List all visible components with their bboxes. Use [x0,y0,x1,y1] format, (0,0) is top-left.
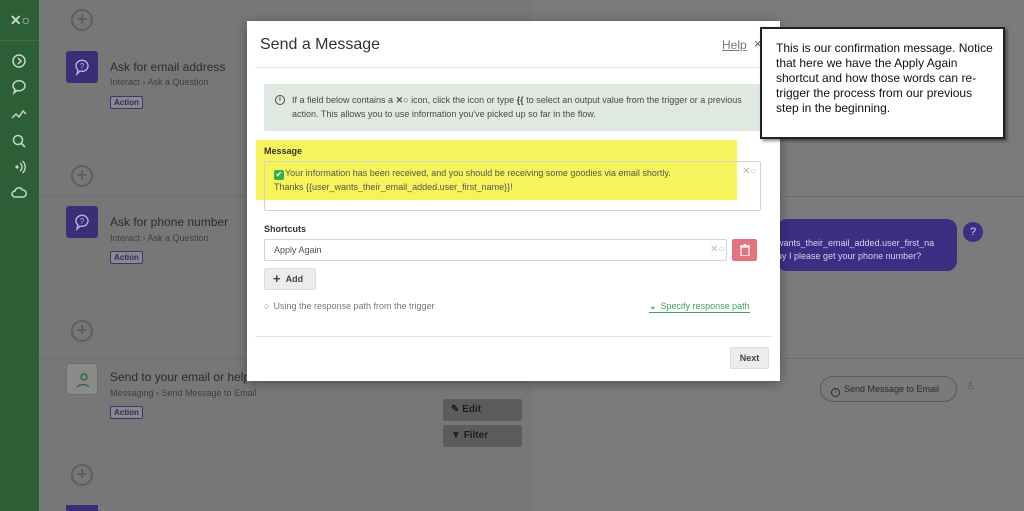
pill-label: Send Message to Email [844,384,940,394]
specify-link-text: Specify response path [660,301,750,311]
action-badge: Action [110,251,143,264]
add-label: Add [285,274,304,284]
add-step-icon[interactable]: + [71,165,93,187]
response-note-text: Using the response path from the trigger [273,301,435,311]
response-path-note: ○ Using the response path from the trigge… [264,301,435,311]
step-path: Interact › Ask a Question [110,77,209,87]
info-token: {{ [516,95,524,105]
modal-footer-divider [255,336,772,337]
action-badge: Action [110,96,143,109]
shortcuts-label: Shortcuts [264,224,307,234]
next-button[interactable]: Next [730,347,769,369]
chevron-down-icon: ⌄ [649,301,657,311]
xo-logo-icon[interactable]: ✕○ [8,8,32,32]
sidebar-divider [0,40,39,41]
svg-text:?: ? [80,217,85,226]
shortcut-value: Apply Again [274,245,322,255]
edit-button[interactable]: ✎ Edit [443,399,522,421]
filter-icon: ▼ [451,430,464,441]
specify-response-path-link[interactable]: ⌄ Specify response path [649,301,750,313]
question-step-icon: ? [66,206,98,238]
chat-bubble-icon[interactable] [10,78,28,96]
modal-divider [255,67,772,68]
trash-icon [740,244,750,256]
user-icon: ♙ [966,381,975,392]
svg-text:?: ? [80,62,85,71]
filter-label: Filter [463,430,489,441]
info-icon: i [831,388,840,397]
filter-button[interactable]: ▼ Filter [443,425,522,447]
step-title[interactable]: Ask for phone number [110,215,228,229]
app-sidebar: ✕○ [0,0,39,511]
question-step-icon: ? [66,51,98,83]
send-message-email-pill[interactable]: i Send Message to Email [820,376,957,402]
step-path: Interact › Ask a Question [110,233,209,243]
preview-line: wants_their_email_added.user_first_na [777,238,935,248]
step-path: Messaging › Send Message to Email [110,388,257,398]
arrow-circle-icon[interactable] [10,52,28,70]
delete-shortcut-button[interactable] [732,239,757,261]
broadcast-icon[interactable] [10,158,28,176]
chat-bubble-icon: ○ [264,301,270,311]
info-text-a: If a field below contains a [292,95,394,105]
help-link[interactable]: Help [722,38,747,52]
modal-title: Send a Message [260,36,381,53]
pencil-icon: ✎ [451,404,463,415]
annotation-callout: This is our confirmation message. Notice… [760,27,1005,139]
step-title[interactable]: Send to your email or help [110,370,250,384]
shortcut-input[interactable]: Apply Again [264,239,727,261]
add-step-icon[interactable]: + [71,9,93,31]
message-textarea[interactable]: ✔ Your information has been received, and… [264,161,761,211]
chat-preview-bubble: wants_their_email_added.user_first_na ay… [777,219,957,271]
preview-line: ay I please get your phone number? [777,251,922,261]
next-step-icon [66,505,98,511]
info-text-b: icon, click the icon or type [411,95,515,105]
insert-variable-icon[interactable]: ✕○ [710,245,724,255]
edit-label: Edit [462,404,482,415]
send-message-modal: Send a Message Help × i If a field below… [247,21,780,381]
xo-link-icon: ✕○ [395,95,409,105]
checkmark-emoji-icon: ✔ [274,170,284,180]
email-user-icon [66,363,98,395]
action-badge: Action [110,406,143,419]
message-label: Message [264,146,303,156]
info-icon: i [275,95,285,105]
search-icon[interactable] [10,132,28,150]
add-step-icon[interactable]: + [71,320,93,342]
plus-icon: + [273,271,281,286]
message-line: Thanks {{user_wants_their_email_added.us… [274,182,513,192]
add-shortcut-button[interactable]: + Add [264,268,316,290]
insert-variable-icon[interactable]: ✕○ [742,167,756,177]
activity-icon[interactable] [10,106,28,124]
step-title[interactable]: Ask for email address [110,60,225,74]
cloud-icon[interactable] [10,184,28,202]
message-line: Your information has been received, and … [285,168,671,178]
question-circle-icon: ? [963,222,983,242]
info-notice: i If a field below contains a ✕○ icon, c… [264,84,761,131]
add-step-icon[interactable]: + [71,464,93,486]
